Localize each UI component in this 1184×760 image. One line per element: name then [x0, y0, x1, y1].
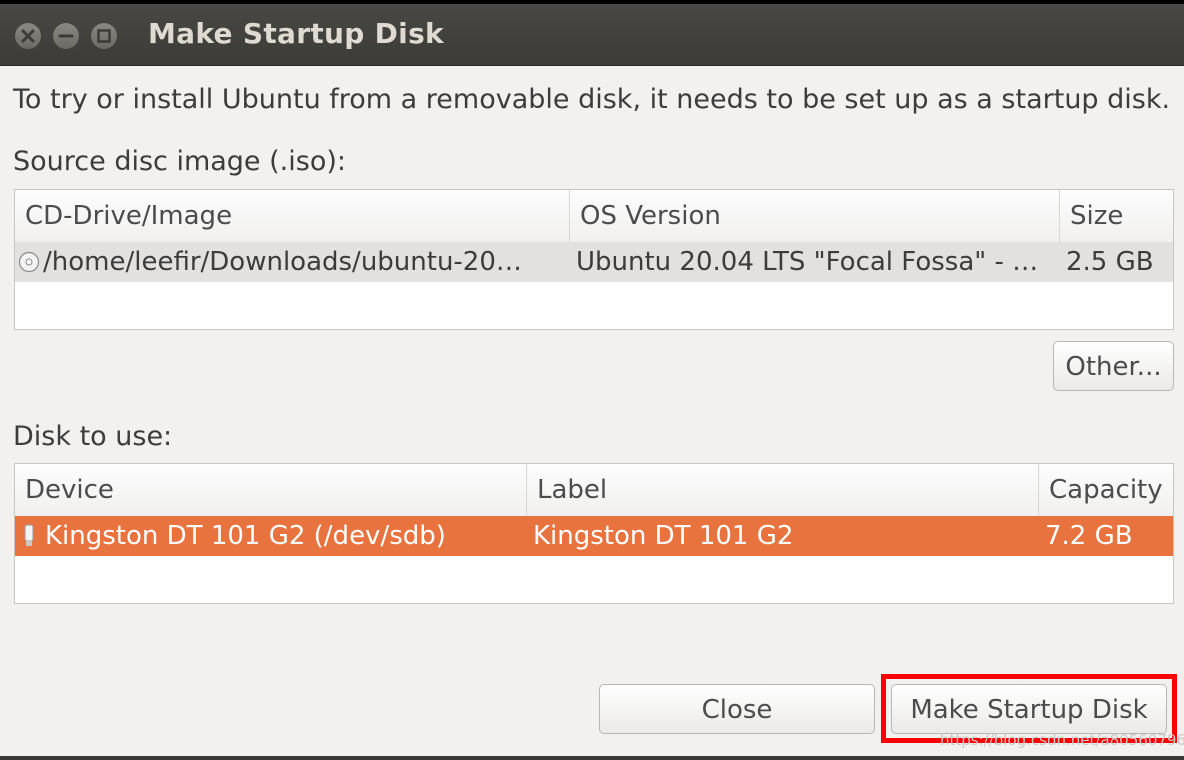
source-table-header: CD-Drive/Image OS Version Size	[15, 190, 1173, 243]
intro-text: To try or install Ubuntu from a removabl…	[13, 84, 1171, 115]
column-header-device[interactable]: Device	[15, 464, 527, 516]
close-window-button[interactable]	[14, 22, 42, 50]
disk-label-cell: Kingston DT 101 G2	[533, 521, 794, 551]
source-table: CD-Drive/Image OS Version Size /home/lee…	[14, 189, 1174, 330]
maximize-icon	[97, 29, 111, 43]
column-header-size[interactable]: Size	[1060, 190, 1173, 242]
disk-table-header: Device Label Capacity	[15, 464, 1173, 517]
cd-disc-icon	[18, 251, 40, 273]
source-label: Source disc image (.iso):	[13, 146, 346, 177]
disk-row-selected[interactable]: Kingston DT 101 G2 (/dev/sdb) Kingston D…	[15, 516, 1173, 556]
source-size-cell: 2.5 GB	[1066, 247, 1154, 277]
disk-label: Disk to use:	[13, 421, 173, 452]
column-header-os-version[interactable]: OS Version	[570, 190, 1060, 242]
maximize-window-button[interactable]	[90, 22, 118, 50]
source-row[interactable]: /home/leefir/Downloads/ubuntu-20… Ubuntu…	[15, 242, 1173, 282]
column-header-capacity[interactable]: Capacity	[1039, 464, 1173, 516]
column-header-label[interactable]: Label	[527, 464, 1039, 516]
title-bar-top-border	[0, 0, 1184, 4]
disk-device-cell: Kingston DT 101 G2 (/dev/sdb)	[45, 521, 446, 551]
watermark: https://blog.csdn.net/a805607966	[940, 731, 1184, 749]
minimize-window-button[interactable]	[52, 22, 80, 50]
close-icon	[21, 29, 35, 43]
close-button[interactable]: Close	[599, 684, 875, 734]
window-title: Make Startup Disk	[148, 17, 444, 50]
disk-capacity-cell: 7.2 GB	[1045, 521, 1133, 551]
source-os-version-cell: Ubuntu 20.04 LTS "Focal Fossa" - …	[576, 247, 1039, 277]
window-bottom-border	[0, 756, 1184, 760]
disk-table: Device Label Capacity Kingston DT 101 G2…	[14, 463, 1174, 604]
column-header-cd-drive[interactable]: CD-Drive/Image	[15, 190, 570, 242]
make-startup-disk-window: Make Startup Disk To try or install Ubun…	[0, 0, 1184, 760]
other-button[interactable]: Other...	[1053, 341, 1174, 391]
minimize-icon	[58, 34, 74, 38]
source-image-cell: /home/leefir/Downloads/ubuntu-20…	[43, 247, 522, 277]
usb-drive-icon	[24, 524, 34, 546]
title-bar: Make Startup Disk	[0, 0, 1184, 66]
